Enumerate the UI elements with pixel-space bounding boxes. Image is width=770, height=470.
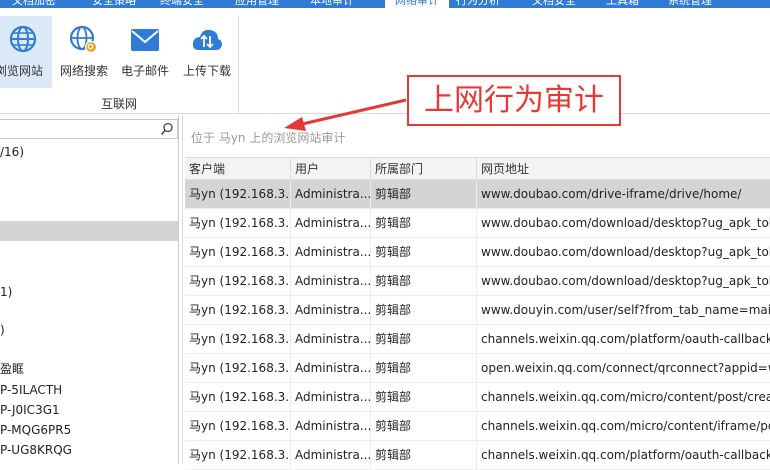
tree-item[interactable] bbox=[0, 221, 178, 241]
globe-icon bbox=[9, 25, 37, 53]
table-cell: Administra... bbox=[291, 180, 371, 208]
tree-search-input[interactable] bbox=[0, 119, 178, 139]
ribbon-group-separator bbox=[238, 16, 239, 114]
tree-item[interactable]: ) bbox=[0, 320, 178, 340]
table-cell: 马yn (192.168.3... bbox=[185, 296, 291, 324]
table-cell: 剪辑部 bbox=[371, 296, 477, 324]
globe-search-icon bbox=[69, 25, 98, 54]
menu-item-1[interactable]: 安全策略 bbox=[92, 0, 136, 8]
table-cell: www.doubao.com/drive-iframe/drive/home/ bbox=[481, 187, 742, 201]
table-cell: 马yn (192.168.3... bbox=[185, 209, 291, 237]
table-cell: 马yn (192.168.3... bbox=[185, 180, 291, 208]
menu-item-2[interactable]: 终端安全 bbox=[160, 0, 204, 8]
table-cell: 剪辑部 bbox=[371, 383, 477, 411]
table-cell: 马yn (192.168.3... bbox=[185, 325, 291, 353]
table-row[interactable]: 马yn (192.168.3... Administra... 剪辑部 www.dou… bbox=[185, 296, 770, 325]
table-cell: 马yn (192.168.3... bbox=[185, 354, 291, 382]
tree-item[interactable]: 盈眶 bbox=[0, 359, 178, 379]
table-cell: Administra... bbox=[291, 209, 371, 237]
browse-website-button[interactable]: 浏览网站 bbox=[0, 16, 52, 88]
menu-item-0[interactable]: 文档加密 bbox=[12, 0, 56, 8]
table-cell: 马yn (192.168.3... bbox=[185, 412, 291, 440]
email-label: 电子邮件 bbox=[120, 64, 169, 78]
column-header-2[interactable]: 所属部门 bbox=[371, 158, 477, 180]
email-button[interactable]: 电子邮件 bbox=[116, 16, 174, 88]
table-cell: Administra... bbox=[291, 383, 371, 411]
table-cell: channels.weixin.qq.com/platform/oauth-ca… bbox=[481, 448, 770, 462]
tree-item[interactable]: P-5ILACTH bbox=[0, 380, 178, 400]
cloud-updown-icon bbox=[192, 29, 222, 50]
menu-item-7[interactable]: 文档安全 bbox=[532, 0, 576, 8]
table-cell: 剪辑部 bbox=[371, 354, 477, 382]
tree-item[interactable]: P-J0IC3G1 bbox=[0, 400, 178, 420]
table-cell: 剪辑部 bbox=[371, 209, 477, 237]
table-cell: Administra... bbox=[291, 412, 371, 440]
menu-item-3[interactable]: 应用管理 bbox=[235, 0, 279, 8]
table-cell: www.doubao.com/download/desktop?ug_apk_t… bbox=[481, 274, 770, 288]
table-row[interactable]: 马yn (192.168.3... Administra... 剪辑部 channel… bbox=[185, 325, 770, 354]
table-cell: channels.weixin.qq.com/platform/oauth-ca… bbox=[481, 332, 770, 346]
upload-download-label: 上传下载 bbox=[182, 64, 231, 78]
table-cell: Administra... bbox=[291, 296, 371, 324]
table-cell: Administra... bbox=[291, 441, 371, 469]
table-cell: www.doubao.com/download/desktop?ug_apk_t… bbox=[481, 216, 770, 230]
table-cell: 剪辑部 bbox=[371, 325, 477, 353]
table-cell: 马yn (192.168.3... bbox=[185, 238, 291, 266]
table-cell: channels.weixin.qq.com/micro/content/ifr… bbox=[481, 419, 770, 433]
table-header: 客户端 用户 所属部门 网页地址 bbox=[185, 157, 770, 180]
table-row[interactable]: 马yn (192.168.3... Administra... 剪辑部 open.we… bbox=[185, 354, 770, 383]
search-icon[interactable] bbox=[160, 122, 174, 136]
browse-website-label: 浏览网站 bbox=[0, 64, 43, 78]
mail-icon bbox=[131, 29, 159, 51]
tree-item[interactable]: /16) bbox=[0, 142, 178, 162]
table-cell: 剪辑部 bbox=[371, 238, 477, 266]
tree-item[interactable]: P-UG8KRQG bbox=[0, 440, 178, 460]
menubar: 文档加密 安全策略 终端安全 应用管理 本地审计 网络审计 行为分析 文档安全 工具箱 系统管理 bbox=[0, 0, 770, 8]
table-cell: 马yn (192.168.3... bbox=[185, 383, 291, 411]
menu-item-8[interactable]: 工具箱 bbox=[606, 0, 639, 8]
table-cell: Administra... bbox=[291, 267, 371, 295]
table-cell: Administra... bbox=[291, 325, 371, 353]
device-tree-panel: /16) 1)) 盈眶 P-5ILACTH P-J0IC3G1 P-MQG6PR5 P-UG… bbox=[0, 115, 179, 464]
table-cell: 剪辑部 bbox=[371, 267, 477, 295]
tree-item[interactable]: 1) bbox=[0, 282, 178, 302]
column-header-0[interactable]: 客户端 bbox=[185, 158, 291, 180]
table-cell: www.douyin.com/user/self?from_tab_name=m… bbox=[481, 303, 770, 317]
annotation-callout: 上网行为审计 bbox=[407, 75, 621, 126]
column-header-3[interactable]: 网页地址 bbox=[477, 158, 770, 180]
table-cell: Administra... bbox=[291, 354, 371, 382]
table-cell: www.doubao.com/download/desktop?ug_apk_t… bbox=[481, 245, 770, 259]
menu-item-9[interactable]: 系统管理 bbox=[668, 0, 712, 8]
menu-item-5[interactable]: 网络审计 bbox=[385, 0, 449, 8]
table-cell: Administra... bbox=[291, 238, 371, 266]
tree-item[interactable]: P-MQG6PR5 bbox=[0, 420, 178, 440]
menu-item-4[interactable]: 本地审计 bbox=[310, 0, 354, 8]
table-cell: 马yn (192.168.3... bbox=[185, 267, 291, 295]
table-cell: channels.weixin.qq.com/micro/content/pos… bbox=[481, 390, 770, 404]
table-row[interactable]: 马yn (192.168.3... Administra... 剪辑部 www.dou… bbox=[185, 267, 770, 296]
table-cell: 剪辑部 bbox=[371, 412, 477, 440]
menu-item-6[interactable]: 行为分析 bbox=[456, 0, 500, 8]
web-search-button[interactable]: 网络搜索 bbox=[56, 16, 112, 88]
table-row[interactable]: 马yn (192.168.3... Administra... 剪辑部 www.dou… bbox=[185, 180, 770, 209]
table-row[interactable]: 马yn (192.168.3... Administra... 剪辑部 www.dou… bbox=[185, 209, 770, 238]
table-row[interactable]: 马yn (192.168.3... Administra... 剪辑部 channel… bbox=[185, 412, 770, 441]
table-cell: 剪辑部 bbox=[371, 180, 477, 208]
table-cell: open.weixin.qq.com/connect/qrconnect?app… bbox=[481, 361, 770, 375]
table-cell: 马yn (192.168.3... bbox=[185, 441, 291, 469]
table-row[interactable]: 马yn (192.168.3... Administra... 剪辑部 www.dou… bbox=[185, 238, 770, 267]
table-row[interactable]: 马yn (192.168.3... Administra... 剪辑部 channel… bbox=[185, 383, 770, 412]
audit-content-panel: 位于 马yn 上的浏览网站审计 客户端 用户 所属部门 网页地址 马yn (192.1… bbox=[182, 115, 770, 470]
annotation-arrow bbox=[284, 98, 407, 131]
ribbon-group-label: 互联网 bbox=[100, 97, 137, 111]
table-cell: 剪辑部 bbox=[371, 441, 477, 469]
column-header-1[interactable]: 用户 bbox=[291, 158, 371, 180]
table-row[interactable]: 马yn (192.168.3... Administra... 剪辑部 channel… bbox=[185, 441, 770, 470]
upload-download-button[interactable]: 上传下载 bbox=[178, 16, 236, 88]
web-search-label: 网络搜索 bbox=[59, 64, 108, 78]
